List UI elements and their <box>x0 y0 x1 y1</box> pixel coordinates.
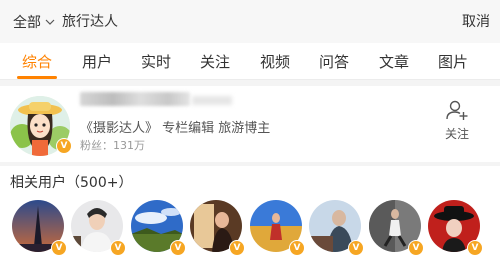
user-description: 《摄影达人》 专栏编辑 旅游博主 <box>80 121 271 136</box>
user-avatar[interactable]: V <box>10 96 72 156</box>
related-user-avatar[interactable]: V <box>190 200 245 256</box>
search-bar: 全部 旅行达人 取消 <box>0 0 500 43</box>
follower-count: 粉丝：131万 <box>80 139 145 152</box>
related-user-avatar[interactable]: V <box>12 200 67 256</box>
verified-badge-icon: V <box>56 138 72 154</box>
search-scope-dropdown[interactable]: 全部 <box>13 12 55 32</box>
verified-badge-icon: V <box>467 240 483 256</box>
tab-following[interactable]: 关注 <box>200 52 230 72</box>
chevron-down-icon <box>45 19 55 25</box>
follow-label: 关注 <box>444 127 469 141</box>
related-user-avatar[interactable]: V <box>71 200 126 256</box>
tab-videos[interactable]: 视频 <box>260 52 290 72</box>
tab-users[interactable]: 用户 <box>82 52 112 72</box>
verified-badge-icon: V <box>289 240 305 256</box>
user-card[interactable]: V 《摄影达人》 专栏编辑 旅游博主 粉丝：131万 关注 <box>0 86 500 162</box>
tab-articles[interactable]: 文章 <box>379 52 409 72</box>
tab-images[interactable]: 图片 <box>438 52 468 72</box>
cancel-button[interactable]: 取消 <box>462 12 490 32</box>
related-user-avatar[interactable]: V <box>428 200 483 256</box>
add-user-icon <box>446 100 468 120</box>
tab-bar: 综合 用户 实时 关注 视频 问答 文章 图片 <box>0 43 500 80</box>
verified-badge-icon: V <box>229 240 245 256</box>
username-blurred[interactable] <box>80 92 190 106</box>
related-users-title: 相关用户（500+） <box>10 175 133 191</box>
related-user-avatar[interactable]: V <box>131 200 186 256</box>
follow-button[interactable]: 关注 <box>442 98 472 148</box>
search-scope-label: 全部 <box>13 15 41 31</box>
related-user-avatar[interactable]: V <box>250 200 305 256</box>
related-user-avatar[interactable]: V <box>309 200 364 256</box>
active-tab-indicator <box>17 76 57 79</box>
tab-qa[interactable]: 问答 <box>319 52 349 72</box>
verified-badge-icon: V <box>348 240 364 256</box>
verified-badge-icon: V <box>51 240 67 256</box>
search-input[interactable]: 旅行达人 <box>62 12 118 32</box>
username-blurred-tail <box>192 96 232 105</box>
verified-badge-icon: V <box>408 240 424 256</box>
tab-realtime[interactable]: 实时 <box>141 52 171 72</box>
verified-badge-icon: V <box>170 240 186 256</box>
tab-comprehensive[interactable]: 综合 <box>22 52 52 72</box>
related-user-avatar[interactable]: V <box>369 200 424 256</box>
related-users-section: 相关用户（500+） V V V V V V V V <box>0 166 500 267</box>
verified-badge-icon: V <box>110 240 126 256</box>
